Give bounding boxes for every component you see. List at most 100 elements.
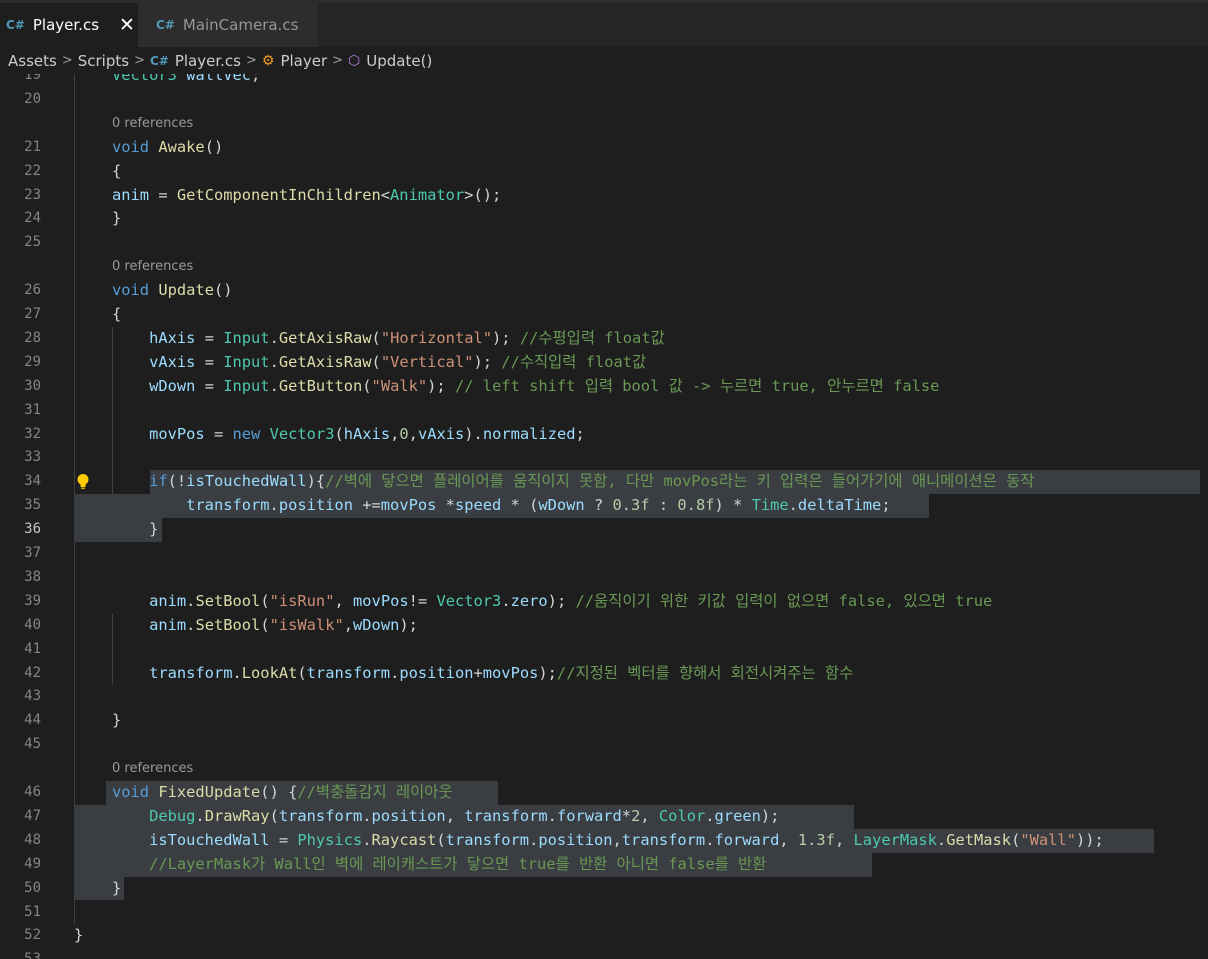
code-line[interactable]: 21 void Awake() bbox=[0, 136, 1208, 160]
breadcrumb-item-scripts[interactable]: Scripts bbox=[78, 52, 129, 70]
code-line[interactable]: 20 bbox=[0, 88, 1208, 112]
tab-player-cs[interactable]: C# Player.cs ✕ bbox=[0, 3, 138, 47]
code-lens-references[interactable]: 0 references bbox=[0, 757, 1208, 781]
code-line[interactable]: 44} bbox=[0, 709, 1208, 733]
code-line[interactable]: 35 transform.position +=movPos *speed * … bbox=[0, 494, 1208, 519]
code-line[interactable]: 50} bbox=[0, 876, 1208, 901]
code-line[interactable]: 49 //LayerMask가 Wall인 벽에 레이캐스트가 닿으면 true… bbox=[0, 852, 1208, 877]
code-line[interactable]: 34 if(!isTouchedWall){//벽에 닿으면 플레이어를 움직이… bbox=[0, 470, 1208, 495]
code-line[interactable]: 30 wDown = Input.GetButton("Walk"); // l… bbox=[0, 375, 1208, 399]
csharp-icon: C# bbox=[6, 18, 25, 32]
code-text[interactable]: //LayerMask가 Wall인 벽에 레이캐스트가 닿으면 true를 반… bbox=[74, 853, 766, 877]
code-text[interactable]: vAxis = Input.GetAxisRaw("Vertical"); //… bbox=[74, 351, 646, 375]
code-line[interactable]: 28 hAxis = Input.GetAxisRaw("Horizontal"… bbox=[0, 327, 1208, 351]
code-lens-label[interactable]: 0 references bbox=[112, 757, 193, 781]
code-line[interactable]: 29 vAxis = Input.GetAxisRaw("Vertical");… bbox=[0, 351, 1208, 375]
line-number: 32 bbox=[24, 425, 41, 442]
code-line[interactable]: 47 Debug.DrawRay(transform.position, tra… bbox=[0, 804, 1208, 829]
code-text[interactable]: hAxis = Input.GetAxisRaw("Horizontal"); … bbox=[74, 327, 665, 351]
code-lens-label[interactable]: 0 references bbox=[112, 255, 193, 279]
line-number: 51 bbox=[24, 903, 41, 920]
code-line[interactable]: 31 bbox=[0, 399, 1208, 423]
code-line[interactable]: 32 movPos = new Vector3(hAxis,0,vAxis).n… bbox=[0, 423, 1208, 447]
code-lens-references[interactable]: 0 references bbox=[0, 112, 1208, 136]
line-number: 39 bbox=[24, 592, 41, 609]
code-line[interactable]: 36 } bbox=[0, 518, 1208, 542]
code-text[interactable]: isTouchedWall = Physics.Raycast(transfor… bbox=[74, 829, 1104, 853]
code-line[interactable]: 27 { bbox=[0, 303, 1208, 327]
breadcrumb-item-assets[interactable]: Assets bbox=[8, 52, 57, 70]
line-number: 43 bbox=[24, 688, 41, 705]
code-text[interactable]: transform.LookAt(transform.position+movP… bbox=[74, 662, 853, 686]
code-text[interactable]: anim.SetBool("isRun", movPos!= Vector3.z… bbox=[74, 590, 992, 614]
code-text[interactable]: Debug.DrawRay(transform.position, transf… bbox=[74, 805, 779, 829]
code-text[interactable]: void Awake() bbox=[74, 136, 223, 160]
code-line[interactable]: 53 bbox=[0, 948, 1208, 959]
code-line[interactable]: 26 void Update() bbox=[0, 279, 1208, 303]
line-number: 24 bbox=[24, 210, 41, 227]
tab-label: Player.cs bbox=[32, 16, 100, 34]
code-line[interactable]: 46 void FixedUpdate() {//벽충돌감지 레이아웃 bbox=[0, 781, 1208, 805]
line-number: 25 bbox=[24, 234, 41, 251]
code-line[interactable]: 40 anim.SetBool("isWalk",wDown); bbox=[0, 614, 1208, 638]
class-icon: ⚙ bbox=[261, 52, 275, 69]
line-number: 36 bbox=[24, 521, 41, 538]
code-text[interactable]: anim.SetBool("isWalk",wDown); bbox=[74, 614, 418, 638]
code-line[interactable]: 42 transform.LookAt(transform.position+m… bbox=[0, 662, 1208, 686]
code-text[interactable]: anim = GetComponentInChildren<Animator>(… bbox=[74, 184, 501, 208]
breadcrumb: Assets > Scripts > C# Player.cs > ⚙ Play… bbox=[0, 47, 1208, 74]
chevron-right-icon: > bbox=[61, 53, 73, 68]
line-number: 23 bbox=[24, 186, 41, 203]
code-editor[interactable]: 19 Vector3 wallVec; 20 0 references 21 void A… bbox=[0, 74, 1208, 959]
code-line[interactable]: 33 bbox=[0, 446, 1208, 470]
code-line[interactable]: 38 bbox=[0, 566, 1208, 590]
code-text[interactable]: } bbox=[74, 877, 121, 901]
code-line[interactable]: 52} bbox=[0, 924, 1208, 948]
code-line[interactable]: 48 isTouchedWall = Physics.Raycast(trans… bbox=[0, 828, 1208, 853]
line-number: 31 bbox=[24, 401, 41, 418]
tab-bar: C# Player.cs ✕ C# MainCamera.cs bbox=[0, 0, 1208, 47]
line-number: 19 bbox=[24, 74, 41, 83]
line-number: 40 bbox=[24, 616, 41, 633]
code-text[interactable]: { bbox=[74, 160, 121, 184]
code-text[interactable]: wDown = Input.GetButton("Walk"); // left… bbox=[74, 375, 939, 399]
code-line[interactable]: 43 bbox=[0, 685, 1208, 709]
code-line[interactable]: 39 anim.SetBool("isRun", movPos!= Vector… bbox=[0, 590, 1208, 614]
line-number: 50 bbox=[24, 879, 41, 896]
line-number: 28 bbox=[24, 329, 41, 346]
tab-maincamera-cs[interactable]: C# MainCamera.cs bbox=[138, 3, 318, 47]
line-number: 22 bbox=[24, 162, 41, 179]
breadcrumb-item-class[interactable]: Player bbox=[280, 52, 327, 70]
close-icon[interactable]: ✕ bbox=[119, 15, 135, 35]
code-text[interactable]: { bbox=[74, 303, 121, 327]
code-text[interactable]: } bbox=[74, 207, 121, 231]
code-text[interactable]: movPos = new Vector3(hAxis,0,vAxis).norm… bbox=[74, 423, 585, 447]
code-text[interactable]: if(!isTouchedWall){//벽에 닿으면 플레이어를 움직이지 못… bbox=[74, 470, 1034, 494]
code-text[interactable]: } bbox=[74, 518, 158, 542]
code-text[interactable]: void FixedUpdate() {//벽충돌감지 레이아웃 bbox=[74, 781, 453, 805]
code-line[interactable]: 19 Vector3 wallVec; bbox=[0, 74, 1208, 88]
code-text[interactable]: } bbox=[74, 709, 121, 733]
code-text[interactable]: void Update() bbox=[74, 279, 233, 303]
code-line[interactable]: 22 { bbox=[0, 160, 1208, 184]
code-line[interactable]: 37 bbox=[0, 542, 1208, 566]
line-number: 52 bbox=[24, 927, 41, 944]
code-line[interactable]: 41 bbox=[0, 638, 1208, 662]
breadcrumb-item-file[interactable]: Player.cs bbox=[175, 52, 241, 70]
line-number: 38 bbox=[24, 568, 41, 585]
code-lens-references[interactable]: 0 references bbox=[0, 255, 1208, 279]
code-text[interactable]: } bbox=[74, 924, 83, 948]
code-line[interactable]: 23 anim = GetComponentInChildren<Animator… bbox=[0, 184, 1208, 208]
line-number: 44 bbox=[24, 712, 41, 729]
line-number: 45 bbox=[24, 736, 41, 753]
code-lens-label[interactable]: 0 references bbox=[112, 112, 193, 136]
code-line[interactable]: 24} bbox=[0, 207, 1208, 231]
code-line[interactable]: 25 bbox=[0, 231, 1208, 255]
breadcrumb-item-method[interactable]: Update() bbox=[366, 52, 432, 70]
code-text[interactable]: Vector3 wallVec; bbox=[74, 74, 260, 88]
chevron-right-icon: > bbox=[332, 53, 344, 68]
code-text[interactable]: transform.position +=movPos *speed * (wD… bbox=[74, 494, 890, 518]
code-line[interactable]: 51 bbox=[0, 901, 1208, 925]
code-line[interactable]: 45 bbox=[0, 733, 1208, 757]
line-number: 29 bbox=[24, 353, 41, 370]
